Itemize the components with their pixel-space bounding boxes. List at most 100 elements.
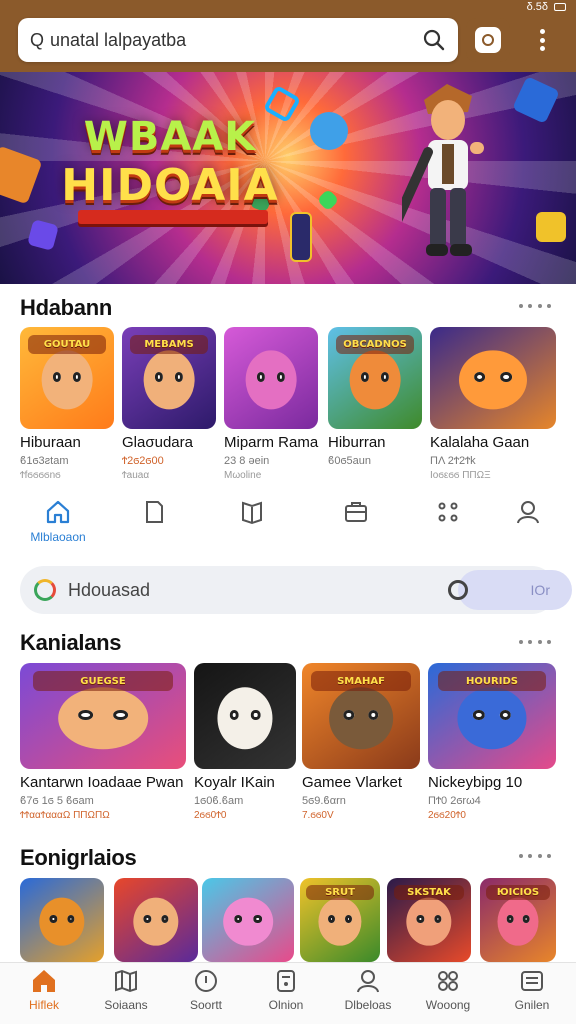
bottom-nav-label: Soiaans [104, 998, 148, 1012]
nav-home-label: Mlblaoaon [30, 530, 86, 544]
game-tile[interactable]: MEBAMS [122, 327, 216, 429]
game-tile[interactable]: OBCADNOS [328, 327, 422, 429]
gem-decoration [310, 112, 348, 150]
character-eyes [328, 914, 352, 924]
game-logo-text: HOURIDS [438, 671, 546, 691]
briefcase-icon [345, 502, 367, 522]
character-eyes [343, 709, 379, 721]
game-logo-text: GOUTAU [27, 335, 107, 354]
game-title[interactable]: Nickeybipg 10 [428, 774, 522, 791]
search-icon[interactable] [422, 28, 446, 52]
game-tile[interactable]: GOUTAU [20, 327, 114, 429]
bottom-nav-label: Wooong [425, 998, 471, 1012]
search-input[interactable]: unatal lalpayatba [50, 30, 422, 51]
game-tile[interactable]: HOURIDS [428, 663, 556, 769]
game-title[interactable]: Glaσudara [122, 434, 193, 451]
bottom-nav-item[interactable]: Wooong [412, 967, 484, 1023]
google-icon [34, 579, 56, 601]
game-logo-text: OBCADNOS [335, 335, 415, 354]
app-screen: δ.5δ Q unatal lalpayatba WBAAK HIDOAIA H… [0, 0, 576, 1024]
person-icon [357, 970, 379, 993]
nav-library[interactable] [222, 492, 282, 552]
game-logo-text: SRUT [306, 884, 374, 900]
game-title[interactable]: Kantarwn Ioadaae Pwan [20, 774, 183, 791]
lens-icon[interactable] [448, 580, 468, 600]
compass-icon [195, 970, 217, 992]
character-eyes [360, 371, 390, 383]
nav-profile[interactable] [498, 492, 558, 552]
bottom-nav-item[interactable]: Soortt [170, 967, 242, 1023]
game-tile[interactable] [202, 878, 294, 962]
camera-button[interactable] [466, 18, 510, 62]
more-menu-button[interactable] [530, 24, 554, 56]
gamepad-icon [438, 971, 458, 991]
section-more-button[interactable] [519, 850, 551, 862]
hero-title: WBAAK HIDOAIA [60, 114, 280, 211]
secondary-search-bar[interactable]: Hdouasad ΙOr [20, 566, 572, 614]
building-decoration [290, 212, 312, 262]
character-eyes [256, 371, 286, 383]
character-eyes [506, 914, 530, 924]
bottom-nav-item[interactable]: Soiaans [90, 967, 162, 1023]
map-icon [115, 969, 137, 993]
game-meta-secondary: Mωoline [224, 470, 262, 481]
game-meta: Ϯ2ϭ2ϭ00 [122, 455, 164, 467]
character-eyes [416, 914, 442, 924]
game-tile[interactable] [194, 663, 296, 769]
nav-apps[interactable] [418, 492, 478, 552]
game-title[interactable]: Hiburaan [20, 434, 81, 451]
camera-icon [475, 27, 501, 53]
character-eyes [229, 709, 261, 721]
game-logo-text: GUEGSE [33, 671, 173, 691]
nav-documents[interactable] [124, 492, 184, 552]
character-eyes [472, 709, 512, 721]
game-tile[interactable]: SMAHAF [302, 663, 420, 769]
nav-home[interactable]: Mlblaoaon [28, 492, 88, 552]
game-meta: ΠΛ 2Ϯ2Ϯk [430, 455, 476, 467]
block-decoration [536, 212, 566, 242]
bottom-nav-item[interactable]: Gnilen [496, 967, 568, 1023]
nav-store[interactable] [326, 492, 386, 552]
game-title[interactable]: Hiburran [328, 434, 386, 451]
game-logo-text: MEBAMS [129, 335, 209, 354]
home-icon [46, 500, 70, 524]
apps-icon [438, 502, 458, 522]
game-meta: 23 8 ǝein [224, 455, 270, 467]
top-bar: δ.5δ Q unatal lalpayatba [0, 0, 576, 72]
game-tile[interactable]: SRUT [300, 878, 380, 962]
character-eyes [52, 371, 82, 383]
game-tile[interactable] [114, 878, 198, 962]
game-meta-secondary: 2ϭϭ20Ϯ0 [428, 810, 466, 821]
game-tile[interactable] [430, 327, 556, 429]
character-eyes [49, 914, 75, 924]
document-icon [146, 501, 163, 523]
game-title[interactable]: Kalalaha Gaan [430, 434, 529, 451]
hero-banner[interactable]: WBAAK HIDOAIA [0, 72, 576, 284]
game-tile[interactable] [224, 327, 318, 429]
game-meta: 1ϭ0ϐ.ϐam [194, 795, 244, 807]
section-title: Hdabann [20, 295, 113, 320]
game-tile[interactable] [20, 878, 104, 962]
bottom-nav-item[interactable]: Olnion [250, 967, 322, 1023]
game-title[interactable]: Gamee Vlarket [302, 774, 402, 791]
bottom-nav-label: Soortt [189, 998, 222, 1012]
bottom-nav-home[interactable]: Hiflek [8, 967, 80, 1023]
book-icon [242, 501, 262, 525]
game-title[interactable]: Miparm Rama [224, 434, 318, 451]
game-tile[interactable]: SKSTAK [387, 878, 471, 962]
game-meta-secondary: Ιoϭεϭϭ ΠΠΩΞ [430, 470, 491, 481]
game-tile[interactable]: ЮICIOS [480, 878, 556, 962]
character-eyes [143, 914, 169, 924]
section-more-button[interactable] [519, 636, 551, 648]
game-title[interactable]: Koyalr IKain [194, 774, 275, 791]
section-more-button[interactable] [519, 300, 551, 312]
game-meta: 5ϭ9.ϐαrn [302, 795, 346, 807]
game-meta: ϐ1ϭ3ƨtam [20, 455, 69, 467]
search-bar[interactable]: Q unatal lalpayatba [18, 18, 458, 62]
game-tile[interactable]: GUEGSE [20, 663, 186, 769]
search-prefix-icon: Q [30, 29, 45, 50]
character-eyes [78, 709, 128, 721]
bottom-nav-item[interactable]: Dlbeloas [332, 967, 404, 1023]
search-toggle[interactable]: ΙOr [458, 570, 572, 610]
hero-title-line2: HIDOAIA [61, 160, 279, 211]
